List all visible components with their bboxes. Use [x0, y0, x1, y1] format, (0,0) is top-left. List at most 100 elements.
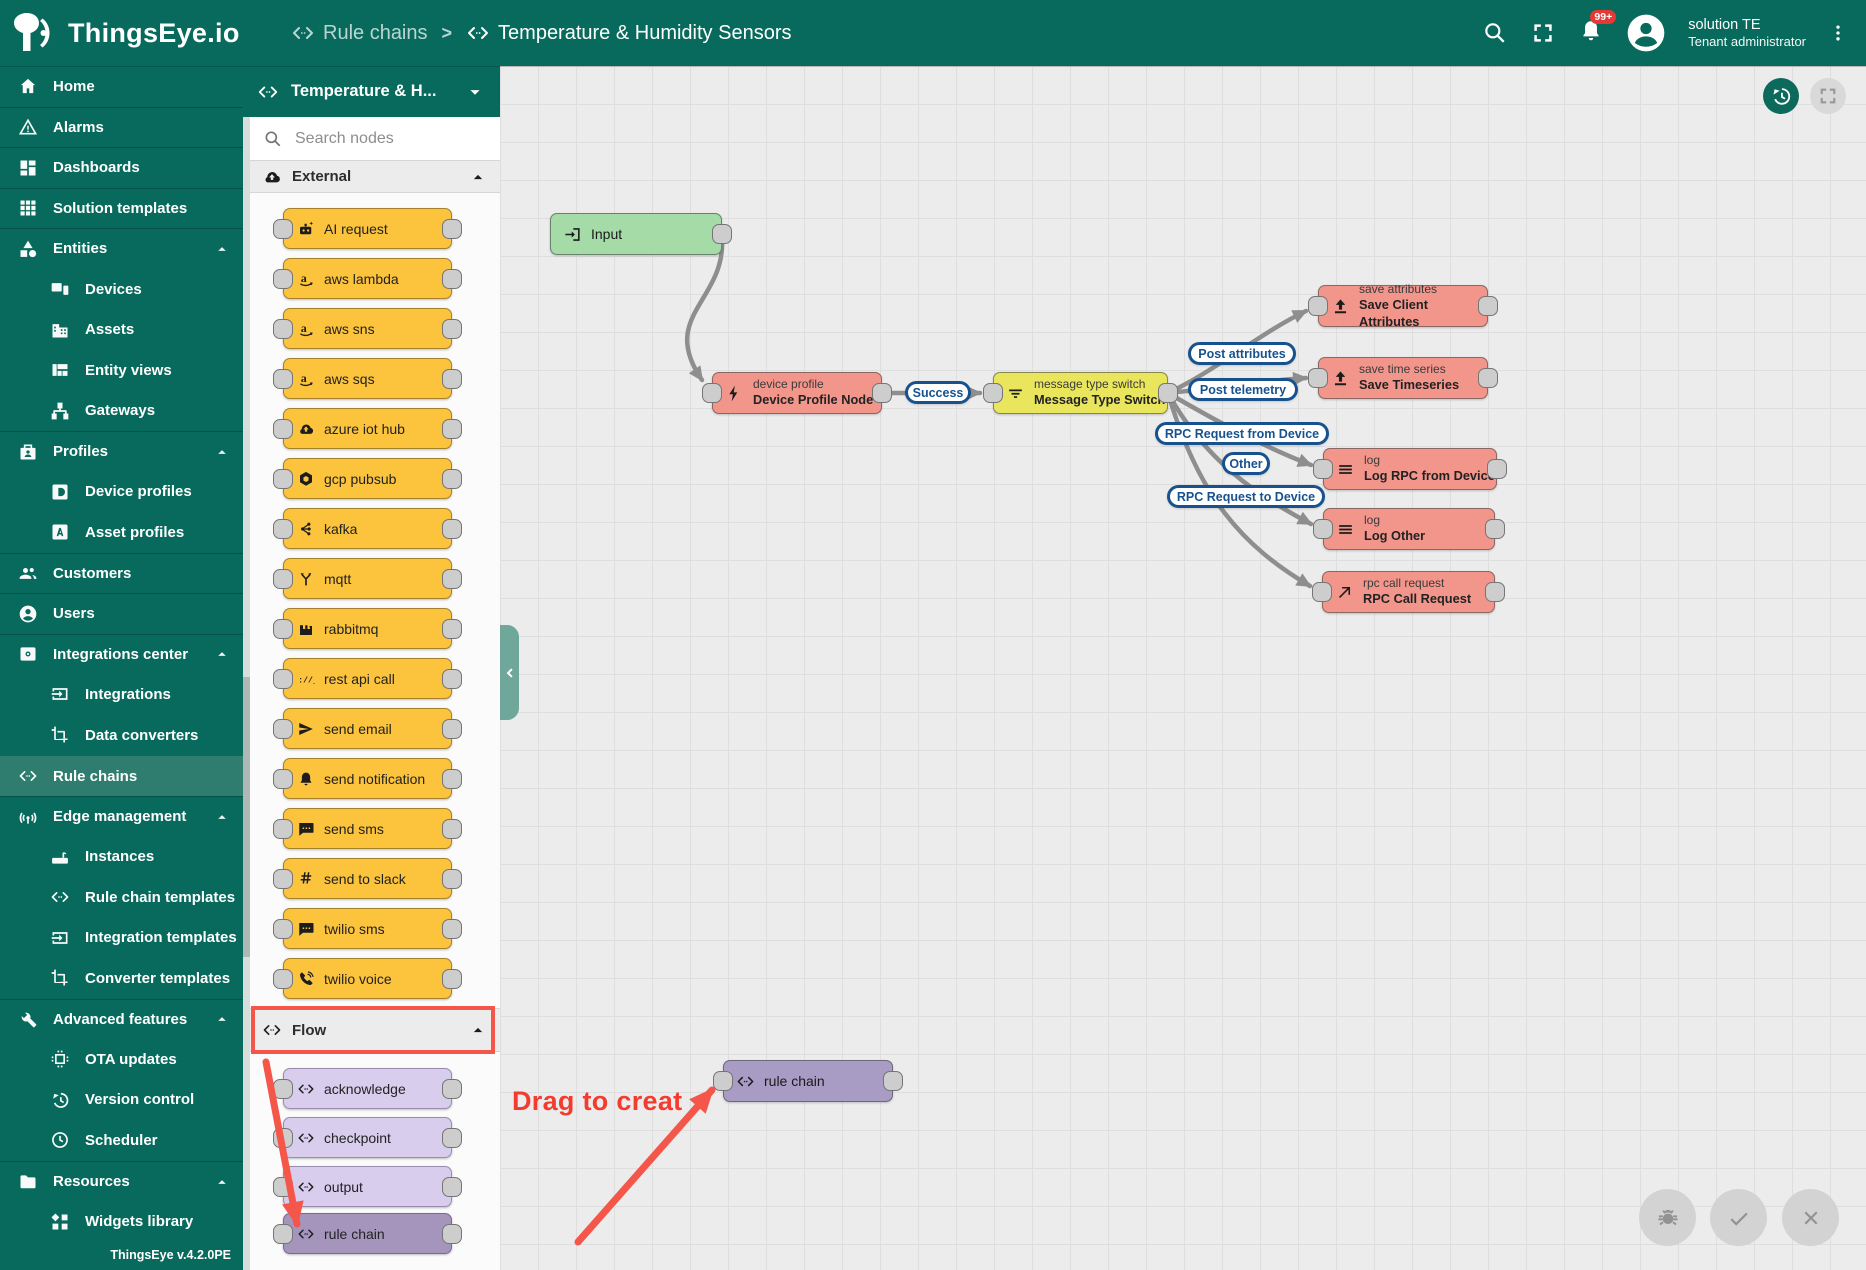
avatar[interactable]: [1626, 13, 1666, 53]
palette-node-rabbitmq[interactable]: rabbitmq: [283, 608, 452, 649]
input-port[interactable]: [273, 269, 293, 289]
canvas-node-device-profile-node[interactable]: device profileDevice Profile Node: [712, 372, 882, 414]
chevron-up-icon[interactable]: [213, 443, 231, 461]
sidebar-item-alarms[interactable]: Alarms: [0, 107, 243, 148]
discard-changes-button[interactable]: [1782, 1189, 1839, 1246]
sidebar-item-asset-profiles[interactable]: Asset profiles: [0, 512, 243, 553]
sidebar-item-edge-management[interactable]: Edge management: [0, 796, 243, 837]
canvas-node-log-rpc-from-device[interactable]: logLog RPC from Device: [1323, 448, 1497, 490]
breadcrumb-rule-chains[interactable]: Rule chains: [291, 21, 428, 45]
output-port[interactable]: [1478, 368, 1498, 388]
canvas-node-save-timeseries[interactable]: save time seriesSave Timeseries: [1318, 357, 1488, 399]
canvas-node-rpc-call-request[interactable]: rpc call requestRPC Call Request: [1322, 571, 1495, 613]
search-icon[interactable]: [1482, 20, 1508, 46]
output-port[interactable]: [442, 819, 462, 839]
sidebar-item-version-control[interactable]: Version control: [0, 1080, 243, 1121]
input-port[interactable]: [273, 369, 293, 389]
output-port[interactable]: [442, 1177, 462, 1197]
output-port[interactable]: [1158, 383, 1178, 403]
input-port[interactable]: [273, 319, 293, 339]
link-label-other[interactable]: Other: [1222, 452, 1270, 475]
output-port[interactable]: [442, 669, 462, 689]
input-port[interactable]: [1308, 296, 1328, 316]
chevron-up-icon[interactable]: [213, 808, 231, 826]
sidebar-item-home[interactable]: Home: [0, 66, 243, 107]
input-port[interactable]: [1312, 582, 1332, 602]
input-port[interactable]: [273, 869, 293, 889]
chevron-up-icon[interactable]: [213, 1173, 231, 1191]
palette-scrollbar-thumb[interactable]: [243, 677, 250, 957]
input-port[interactable]: [273, 1079, 293, 1099]
sidebar-item-users[interactable]: Users: [0, 593, 243, 634]
user-info[interactable]: solution TE Tenant administrator: [1688, 16, 1806, 50]
input-port[interactable]: [273, 469, 293, 489]
palette-node-rest-api-call[interactable]: ://_rest api call: [283, 658, 452, 699]
canvas-node-rule-chain[interactable]: rule chain: [723, 1060, 893, 1102]
output-port[interactable]: [442, 1128, 462, 1148]
chevron-up-icon[interactable]: [213, 240, 231, 258]
input-port[interactable]: [273, 619, 293, 639]
palette-scrollbar[interactable]: [243, 117, 250, 1270]
input-port[interactable]: [702, 383, 722, 403]
canvas-node-input[interactable]: Input: [550, 213, 722, 255]
sidebar-item-entity-views[interactable]: Entity views: [0, 350, 243, 391]
sidebar-item-integrations[interactable]: Integrations: [0, 674, 243, 715]
input-port[interactable]: [713, 1071, 733, 1091]
sidebar-item-instances[interactable]: Instances: [0, 836, 243, 877]
output-port[interactable]: [442, 719, 462, 739]
input-port[interactable]: [273, 919, 293, 939]
sidebar-item-profiles[interactable]: Profiles: [0, 431, 243, 472]
chevron-up-icon[interactable]: [468, 1020, 488, 1040]
output-port[interactable]: [442, 219, 462, 239]
input-port[interactable]: [273, 569, 293, 589]
input-port[interactable]: [273, 1128, 293, 1148]
sidebar-item-widgets-library[interactable]: Widgets library: [0, 1201, 243, 1242]
input-port[interactable]: [273, 519, 293, 539]
link-label-rpc-request-from-device[interactable]: RPC Request from Device: [1155, 422, 1329, 445]
palette-node-mqtt[interactable]: mqtt: [283, 558, 452, 599]
sidebar-item-converter-templates[interactable]: Converter templates: [0, 958, 243, 999]
sidebar-item-gateways[interactable]: Gateways: [0, 390, 243, 431]
chevron-up-icon[interactable]: [213, 645, 231, 663]
chevron-down-icon[interactable]: [464, 81, 486, 103]
input-port[interactable]: [273, 819, 293, 839]
history-button[interactable]: [1763, 78, 1799, 114]
output-port[interactable]: [442, 1079, 462, 1099]
sidebar-item-device-profiles[interactable]: Device profiles: [0, 471, 243, 512]
output-port[interactable]: [883, 1071, 903, 1091]
palette-section-external[interactable]: External: [250, 160, 500, 193]
palette-section-flow[interactable]: Flow: [250, 1008, 500, 1052]
input-port[interactable]: [1313, 519, 1333, 539]
sidebar-item-solution-templates[interactable]: Solution templates: [0, 188, 243, 229]
output-port[interactable]: [1485, 582, 1505, 602]
output-port[interactable]: [442, 1224, 462, 1244]
palette-node-aws-sqs[interactable]: aaws sqs: [283, 358, 452, 399]
canvas-fullscreen-button[interactable]: [1810, 78, 1846, 114]
sidebar-item-scheduler[interactable]: Scheduler: [0, 1120, 243, 1161]
palette-node-aws-sns[interactable]: aaws sns: [283, 308, 452, 349]
palette-node-output[interactable]: output: [283, 1166, 452, 1207]
input-port[interactable]: [273, 969, 293, 989]
input-port[interactable]: [273, 669, 293, 689]
brand[interactable]: ThingsEye.io: [0, 11, 255, 55]
sidebar-item-advanced-features[interactable]: Advanced features: [0, 999, 243, 1040]
input-port[interactable]: [1313, 459, 1333, 479]
palette-node-kafka[interactable]: kafka: [283, 508, 452, 549]
output-port[interactable]: [442, 919, 462, 939]
link-label-rpc-request-to-device[interactable]: RPC Request to Device: [1167, 485, 1325, 508]
sidebar-item-dashboards[interactable]: Dashboards: [0, 147, 243, 188]
input-port[interactable]: [273, 719, 293, 739]
sidebar-item-rule-chains[interactable]: Rule chains: [0, 755, 243, 796]
input-port[interactable]: [983, 383, 1003, 403]
link-label-post-telemetry[interactable]: Post telemetry: [1188, 378, 1298, 401]
sidebar-item-rule-chain-templates[interactable]: Rule chain templates: [0, 877, 243, 918]
rule-chain-canvas[interactable]: Inputdevice profileDevice Profile Nodeme…: [500, 66, 1866, 1270]
palette-collapse-handle[interactable]: [500, 625, 519, 720]
more-vert-icon[interactable]: [1828, 20, 1848, 46]
output-port[interactable]: [872, 383, 892, 403]
canvas-node-save-client-attributes[interactable]: save attributesSave Client Attributes: [1318, 285, 1488, 327]
output-port[interactable]: [442, 569, 462, 589]
sidebar-item-integrations-center[interactable]: Integrations center: [0, 634, 243, 675]
output-port[interactable]: [1478, 296, 1498, 316]
chevron-up-icon[interactable]: [468, 167, 488, 187]
